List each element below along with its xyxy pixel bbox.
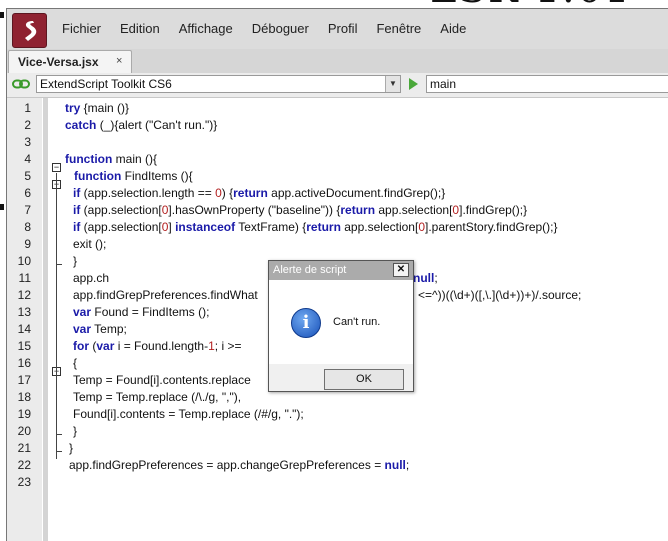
code-line: }	[73, 254, 78, 268]
menu-aide[interactable]: Aide	[440, 21, 466, 36]
target-application-select[interactable]: ExtendScript Toolkit CS6 ▼	[36, 75, 401, 93]
code-line: Temp = Temp.replace (/\./g, ","),	[73, 390, 242, 404]
dialog-message: Can't run.	[333, 316, 381, 328]
code-line-tail: <=^))((\d+)([,\.](\d+))+)/.source;	[418, 288, 582, 302]
menu-affichage[interactable]: Affichage	[179, 21, 233, 36]
code-line: catch (_){alert ("Can't run.")}	[65, 118, 218, 132]
menu-fenetre[interactable]: Fenêtre	[376, 21, 421, 36]
menu-deboguer[interactable]: Déboguer	[252, 21, 309, 36]
function-select[interactable]: main	[426, 75, 668, 93]
target-toolbar: ExtendScript Toolkit CS6 ▼ main	[7, 73, 668, 98]
link-chain-icon[interactable]	[12, 79, 30, 89]
code-line: for (var i = Found.length-1; i >=	[73, 339, 242, 353]
code-line: if (app.selection[0].hasOwnProperty ("ba…	[73, 203, 528, 217]
play-icon[interactable]	[409, 78, 418, 90]
chevron-down-icon[interactable]: ▼	[385, 76, 400, 92]
menu-edition[interactable]: Edition	[120, 21, 160, 36]
edge-mark	[0, 12, 4, 18]
document-tabs: Vice-Versa.jsx ×	[7, 49, 668, 74]
code-line: if (app.selection[0] instanceof TextFram…	[73, 220, 558, 234]
ok-button[interactable]: OK	[324, 369, 404, 390]
dialog-body: i Can't run.	[269, 280, 413, 364]
code-line: function FindItems (){	[74, 169, 193, 183]
code-line: Temp = Found[i].contents.replace	[73, 373, 251, 387]
menu-profil[interactable]: Profil	[328, 21, 358, 36]
tab-label: Vice-Versa.jsx	[18, 55, 99, 69]
menu-fichier[interactable]: Fichier	[62, 21, 101, 36]
function-value: main	[430, 77, 457, 91]
target-value: ExtendScript Toolkit CS6	[40, 77, 172, 91]
code-line: var Found = FindItems ();	[73, 305, 210, 319]
dialog-title: Alerte de script	[273, 264, 347, 276]
code-line: app.findGrepPreferences.findWhat	[73, 288, 258, 302]
info-icon: i	[291, 308, 321, 338]
close-icon[interactable]: ×	[116, 55, 122, 67]
menu-list: Fichier Edition Affichage Déboguer Profi…	[62, 21, 485, 36]
code-line: function main (){	[65, 152, 158, 166]
edge-mark	[0, 204, 4, 210]
adobe-estk-logo-icon[interactable]	[12, 13, 47, 48]
script-alert-dialog: Alerte de script ✕ i Can't run. OK	[268, 260, 414, 392]
code-line: {	[73, 356, 78, 370]
code-line: }	[73, 424, 78, 438]
code-line-tail: null;	[413, 271, 438, 285]
line-number: 3	[24, 135, 31, 149]
code-line: app.findGrepPreferences = app.changeGrep…	[69, 458, 410, 472]
code-line: }	[69, 441, 74, 455]
dialog-titlebar[interactable]: Alerte de script ✕	[269, 261, 413, 280]
code-line: app.ch	[73, 271, 110, 285]
close-icon[interactable]: ✕	[393, 263, 409, 277]
code-line: if (app.selection.length == 0) {return a…	[73, 186, 446, 200]
code-line: exit ();	[73, 237, 107, 251]
code-line: try {main ()}	[65, 101, 130, 115]
code-line: var Temp;	[73, 322, 127, 336]
line-number: 23	[17, 475, 31, 489]
tab-vice-versa[interactable]: Vice-Versa.jsx ×	[8, 50, 132, 74]
menu-bar: Fichier Edition Affichage Déboguer Profi…	[7, 9, 668, 49]
code-line: Found[i].contents = Temp.replace (/#/g, …	[73, 407, 304, 421]
